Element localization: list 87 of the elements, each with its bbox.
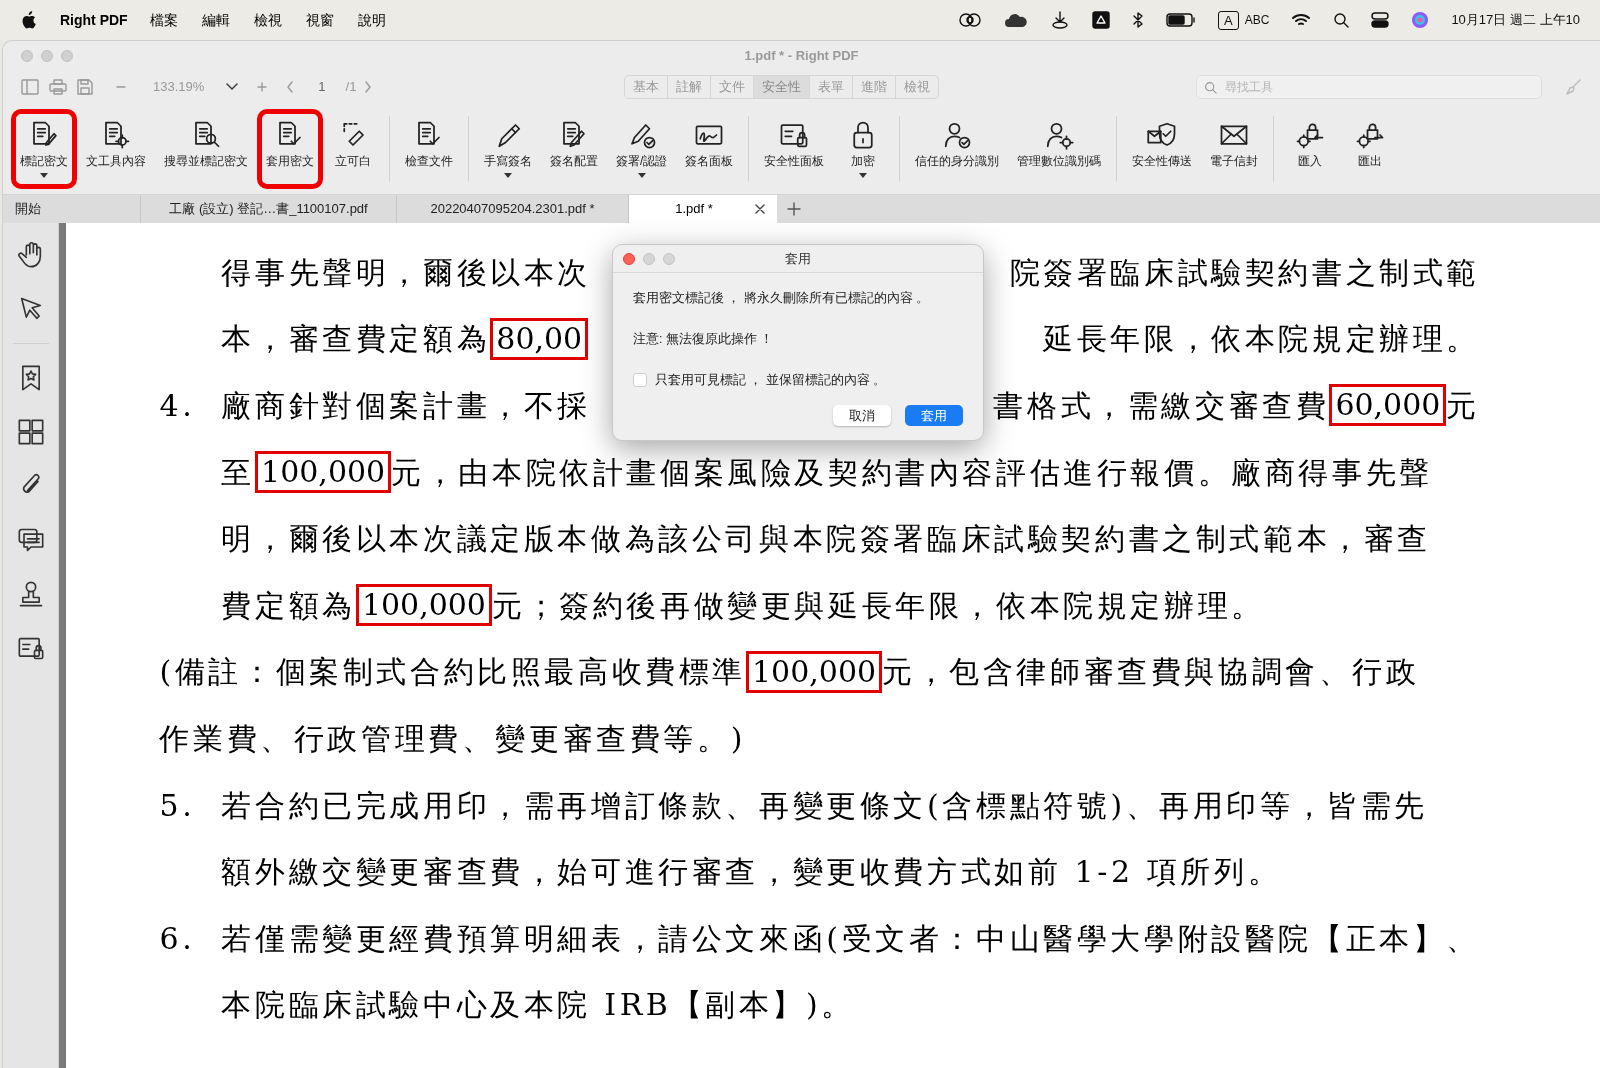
document-text: 若僅需變更經費預算明細表，請公文來函(受文者：中山醫學大學附設醫院【正本】、 — [221, 919, 1480, 958]
document-text: 費定額為 — [221, 586, 356, 625]
page-count: /1 — [345, 78, 357, 97]
dialog-message: 套用密文標記後 ， 將永久刪除所有已標記的內容 。 — [633, 290, 931, 307]
menu-item[interactable]: 編輯 — [201, 9, 230, 31]
document-text: 作業費、行政管理費、變更審查費等。) — [159, 719, 746, 758]
sidebar-toggle-icon[interactable] — [21, 79, 39, 95]
dialog-warning: 注意: 無法復原此操作 ！ — [633, 330, 775, 348]
control-center-icon[interactable] — [1371, 11, 1390, 29]
search-icon[interactable] — [1333, 12, 1350, 28]
creative-cloud-icon[interactable] — [958, 11, 983, 29]
battery-icon[interactable] — [1166, 12, 1197, 28]
list-number: 6. — [159, 919, 197, 958]
list-number: 4. — [159, 387, 197, 425]
close-icon[interactable] — [755, 204, 765, 214]
dialog-title: 套用 — [785, 249, 811, 268]
document-text: 80,00 — [490, 317, 589, 360]
document-tab[interactable]: 1.pdf * — [629, 195, 777, 223]
apple-logo-icon[interactable] — [20, 11, 36, 29]
document-text: 院簽署臨床試驗契約書之制式範 — [1009, 253, 1480, 292]
document-text: 元；簽約後再做變更與延長年限，依本院規定辦理。 — [491, 586, 1265, 625]
caret-icon — [504, 172, 512, 178]
toolbar-button[interactable]: 簽名配置 — [541, 108, 607, 189]
bluetooth-icon[interactable] — [1132, 11, 1145, 29]
document-text: 元，由本院依計畫個案風險及契約書內容評估進行報價。廠商得事先聲 — [391, 453, 1433, 492]
input-method-badge[interactable]: A — [1218, 10, 1239, 30]
document-text: 得事先聲明，爾後以本次 — [221, 253, 592, 292]
toolbar-button[interactable]: 標記密文 — [11, 108, 77, 189]
toolbar-button[interactable]: 信任的身分識別 — [906, 108, 1009, 189]
toolbar-button[interactable]: 簽名面板 — [676, 108, 743, 189]
document-text: 元 — [1446, 387, 1480, 425]
input-source[interactable]: ABC — [1244, 11, 1270, 29]
checkbox-label: 只套用可見標記 ， 並保留標記的內容 。 — [655, 371, 887, 389]
caret-icon — [859, 172, 868, 178]
checkbox[interactable] — [633, 372, 647, 387]
document-text: 廠商針對個案計畫，不採 — [221, 387, 592, 425]
toolbar-button[interactable]: 匯入 — [1280, 108, 1341, 189]
document-text: 60,000 — [1329, 384, 1447, 427]
document-text: 若合約已完成用印，需再增訂條款、再變更條文(含標點符號)、再用印等，皆需先 — [221, 786, 1429, 825]
triangle-app-icon[interactable] — [1092, 11, 1111, 29]
document-text: 至 — [221, 453, 256, 492]
toolbar-button[interactable]: 檢查文件 — [396, 108, 462, 189]
cloud-icon[interactable] — [1004, 12, 1029, 28]
document-text: 100,000 — [255, 451, 392, 494]
toolbar-button[interactable]: 套用密文 — [257, 108, 323, 189]
app-menu[interactable]: Right PDF — [60, 9, 128, 31]
document-text: 額外繳交變更審查費，始可進行審查，變更收費方式如前 1-2 項所列。 — [221, 853, 1282, 892]
clock[interactable]: 10月17日 週二 上午10 — [1451, 10, 1580, 30]
toolbar-button[interactable]: 手寫簽名 — [475, 108, 541, 189]
grid-icon[interactable] — [16, 418, 45, 446]
siri-icon[interactable] — [1411, 11, 1430, 29]
toolbar-button[interactable]: 匯出 — [1340, 108, 1401, 189]
toolbar-button[interactable]: 電子信封 — [1201, 108, 1268, 189]
caret-icon — [637, 172, 646, 178]
document-text: 100,000 — [746, 650, 883, 693]
toolbar-button[interactable]: 安全性傳送 — [1123, 108, 1202, 189]
chevron-down-icon[interactable] — [226, 83, 239, 91]
menu-item[interactable]: 檔案 — [149, 9, 178, 31]
document-text: 本，審查費定額為 — [221, 320, 491, 359]
list-number: 5. — [159, 786, 197, 825]
document-text: 延長年限，依本院規定辦理。 — [1043, 320, 1480, 359]
document-text: (備註：個案制式合約比照最高收費標準 — [159, 653, 746, 692]
wifi-icon[interactable] — [1291, 12, 1312, 28]
dialog-button[interactable]: 取消 — [833, 405, 891, 427]
menu-item[interactable]: 視窗 — [305, 9, 334, 31]
document-text: 本院臨床試驗中心及本院 IRB【副本】)。 — [221, 986, 855, 1025]
caret-icon — [40, 172, 48, 178]
document-text: 元，包含律師審查費與協調會、行政 — [882, 653, 1420, 692]
toolbar-button[interactable]: 安全性面板 — [755, 108, 834, 189]
document-text: 100,000 — [355, 584, 492, 627]
document-text: 書格式，需繳交審查費 — [993, 387, 1330, 425]
search-icon — [1204, 81, 1217, 94]
dialog-button[interactable]: 套用 — [905, 405, 963, 427]
speech-bubbles-icon[interactable] — [16, 526, 45, 554]
page-number-field[interactable]: 1 — [318, 77, 326, 97]
window-title: 1.pdf * - Right PDF — [744, 47, 859, 66]
window-control[interactable] — [623, 253, 635, 265]
toolbar-button[interactable]: 搜尋並標記密文 — [155, 108, 257, 189]
document-text: 明，爾後以本次議定版本做為該公司與本院簽署臨床試驗契約書之制式範本，審查 — [221, 520, 1432, 559]
toolbar-button[interactable]: 文工具內容 — [77, 108, 155, 189]
toolbar-button[interactable]: 簽署/認證 — [607, 108, 677, 189]
menu-item[interactable]: 檢視 — [253, 9, 282, 31]
toolbar-button[interactable]: 加密 — [833, 108, 894, 189]
plus-icon[interactable] — [787, 202, 801, 216]
menu-item[interactable]: 說明 — [357, 9, 386, 31]
toolbar-button[interactable]: 立可白 — [323, 108, 383, 189]
toolbar-button[interactable]: 管理數位識別碼 — [1008, 108, 1111, 189]
